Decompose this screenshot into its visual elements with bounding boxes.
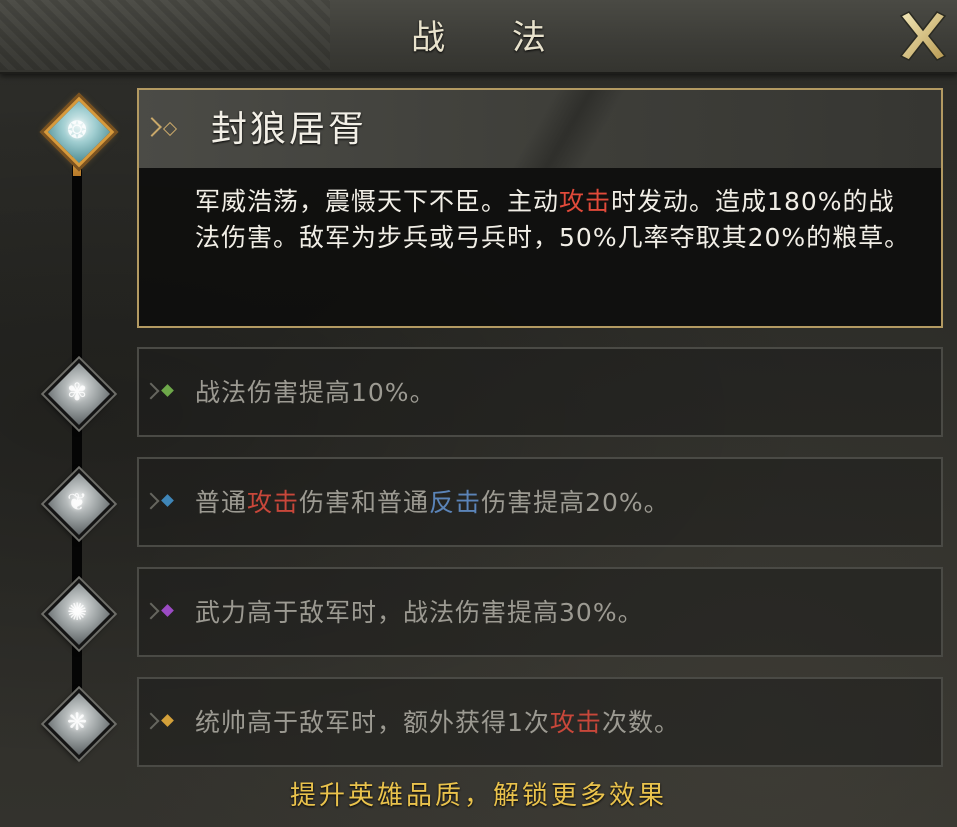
- effect-row-1: 战法伤害提高10%。: [137, 347, 943, 437]
- desc-text: 军威浩荡，震慑天下不臣。主动: [195, 187, 560, 216]
- effect-text-part: 统帅高于敌军时，额外获得1次: [195, 708, 550, 737]
- effect-node-2[interactable]: ❦: [43, 468, 115, 540]
- chevron-right-icon: [142, 602, 160, 620]
- effect-highlight-counter: 反击: [429, 488, 482, 517]
- bullet-green-icon: [161, 384, 174, 397]
- phoenix-emblem-icon: ❦: [66, 488, 88, 516]
- effect-row-4: 统帅高于敌军时，额外获得1次攻击次数。: [137, 677, 943, 767]
- skill-name: 封狼居胥: [211, 109, 368, 150]
- effect-node-3[interactable]: ✺: [43, 578, 115, 650]
- bullet-blue-icon: [161, 494, 174, 507]
- skill-description: 军威浩荡，震慑天下不臣。主动攻击时发动。造成180%的战法伤害。敌军为步兵或弓兵…: [195, 184, 919, 256]
- effect-text-part: 伤害和普通: [299, 488, 430, 517]
- effect-row-3: 武力高于敌军时，战法伤害提高30%。: [137, 567, 943, 657]
- effect-row-2: 普通攻击伤害和普通反击伤害提高20%。: [137, 457, 943, 547]
- skill-node-main[interactable]: ❂: [43, 96, 115, 168]
- effect-text-part: 伤害提高20%。: [481, 488, 670, 517]
- bullet-purple-icon: [161, 604, 174, 617]
- effect-highlight-attack: 攻击: [247, 488, 300, 517]
- skill-card: 封狼居胥 军威浩荡，震慑天下不臣。主动攻击时发动。造成180%的战法伤害。敌军为…: [137, 88, 943, 328]
- chevron-right-icon: [142, 382, 160, 400]
- header-bar: 战 法: [0, 0, 957, 74]
- unlock-hint: 提升英雄品质，解锁更多效果: [289, 781, 667, 811]
- effect-highlight-attack: 攻击: [549, 708, 602, 737]
- effect-text-part: 次数。: [601, 708, 680, 737]
- tortoise-emblem-icon: ❋: [66, 708, 88, 736]
- effect-text: 武力高于敌军时，战法伤害提高30%。: [195, 598, 644, 627]
- desc-highlight-attack: 攻击: [559, 187, 612, 216]
- effect-text: 普通攻击伤害和普通反击伤害提高20%。: [195, 459, 670, 545]
- effect-text: 战法伤害提高10%。: [195, 378, 436, 407]
- chevron-right-icon: [142, 117, 162, 137]
- dragon-emblem-icon: ✺: [66, 598, 88, 626]
- effect-node-4[interactable]: ❋: [43, 688, 115, 760]
- effect-text: 统帅高于敌军时，额外获得1次攻击次数。: [195, 679, 680, 765]
- chevron-right-icon: [142, 712, 160, 730]
- chevron-right-icon: [142, 492, 160, 510]
- skill-card-header: 封狼居胥: [139, 90, 941, 168]
- close-icon: [899, 11, 947, 61]
- beast-emblem-icon: ✾: [66, 378, 88, 406]
- close-button[interactable]: [895, 6, 951, 66]
- page-title: 战 法: [411, 18, 574, 58]
- effect-text-part: 普通: [195, 488, 248, 517]
- cloud-emblem-icon: ❂: [66, 116, 88, 144]
- effect-node-1[interactable]: ✾: [43, 358, 115, 430]
- diamond-bullet-icon: [162, 121, 178, 137]
- bullet-gold-icon: [161, 714, 174, 727]
